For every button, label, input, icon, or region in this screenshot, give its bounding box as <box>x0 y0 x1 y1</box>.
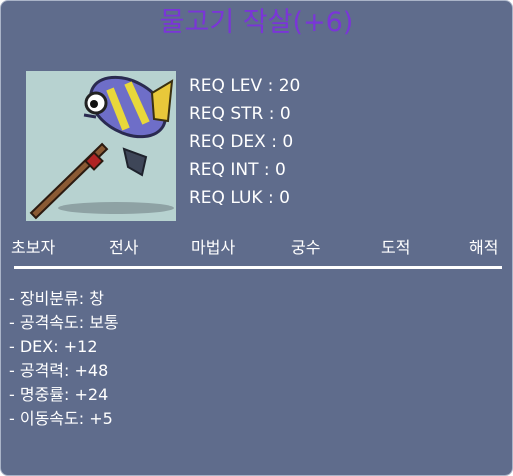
requirements-list: REQ LEV : 20 REQ STR : 0 REQ DEX : 0 REQ… <box>189 72 389 212</box>
divider <box>14 266 502 269</box>
stat-dex: - DEX: +12 <box>9 337 98 356</box>
stat-accuracy: - 명중률: +24 <box>9 385 109 404</box>
req-luk: REQ LUK : 0 <box>189 188 290 208</box>
job-beginner: 초보자 <box>11 238 56 257</box>
stat-attack: - 공격력: +48 <box>9 361 109 380</box>
item-name: 물고기 작살(+6) <box>159 7 354 38</box>
fish-spear-icon <box>26 71 176 221</box>
job-magician: 마법사 <box>191 238 236 257</box>
stat-equip-type: - 장비분류: 창 <box>9 289 104 308</box>
stat-speed: - 이동속도: +5 <box>9 409 113 428</box>
req-int: REQ INT : 0 <box>189 160 286 180</box>
job-pirate: 해적 <box>469 238 499 257</box>
req-str: REQ STR : 0 <box>189 104 291 124</box>
job-bowman: 궁수 <box>291 238 321 257</box>
item-tooltip: 물고기 작살(+6) REQ LEV : 20 REQ STR: 0 REQ … <box>0 0 513 476</box>
stats-list: - 장비분류: 창 - 공격속도: 보통 - DEX: +12 - 공격력: +… <box>9 287 489 431</box>
stat-attack-speed: - 공격속도: 보통 <box>9 313 119 332</box>
job-list: 초보자 전사 마법사 궁수 도적 해적 <box>1 235 512 265</box>
job-thief: 도적 <box>381 238 411 257</box>
req-level: REQ LEV : 20 <box>189 76 301 96</box>
job-warrior: 전사 <box>109 238 139 257</box>
req-dex: REQ DEX : 0 <box>189 132 294 152</box>
